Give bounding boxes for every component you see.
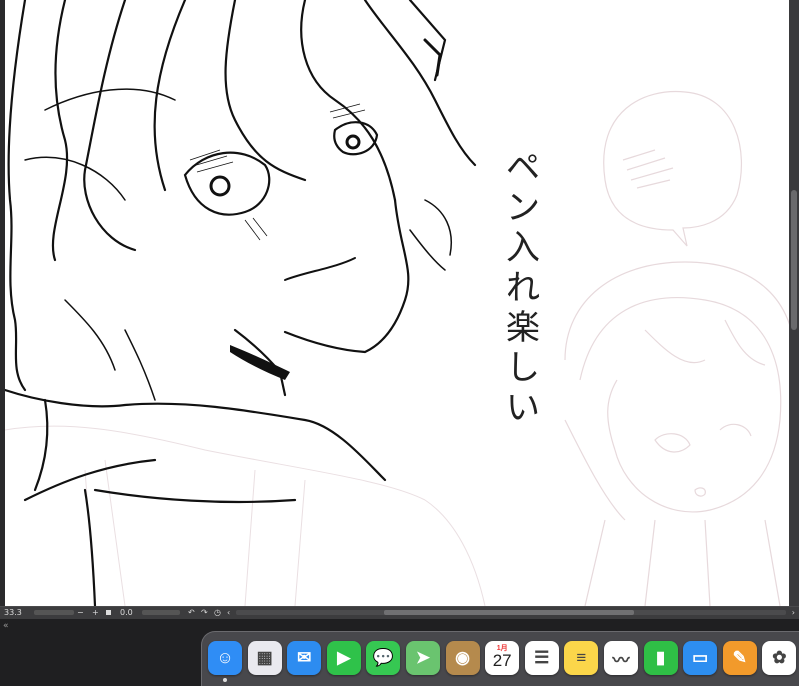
horizontal-scroll-thumb[interactable] <box>384 610 634 615</box>
pages-icon: ✎ <box>732 648 747 667</box>
running-indicator <box>223 678 227 682</box>
dock-app-photos[interactable]: ✿ <box>762 641 797 675</box>
under-sketch <box>5 425 486 606</box>
reminders-icon: ☰ <box>534 648 550 667</box>
artwork-lineart <box>5 0 789 606</box>
dock-app-pages[interactable]: ✎ <box>722 641 757 675</box>
rotation-reset-icon[interactable]: ◷ <box>214 607 221 619</box>
scroll-right-icon[interactable]: › <box>792 607 795 619</box>
keynote-icon: ▭ <box>692 648 709 667</box>
drawing-canvas[interactable]: ペ ン 入 れ 楽 し い <box>5 0 789 606</box>
rotation-slider[interactable] <box>142 610 180 615</box>
char: し <box>506 348 540 388</box>
zoom-slider[interactable] <box>34 610 74 615</box>
dock-app-reminders[interactable]: ☰ <box>524 641 559 675</box>
mail-icon: ✉ <box>297 648 312 667</box>
zoom-out-button[interactable]: − <box>77 607 84 619</box>
dock-app-contacts[interactable]: ◉ <box>445 641 480 675</box>
dock-app-mail[interactable]: ✉ <box>287 641 322 675</box>
main-ink <box>5 0 477 606</box>
dock-app-messages[interactable]: 💬 <box>366 641 401 675</box>
char: 入 <box>506 228 540 268</box>
rotate-left-icon[interactable]: ↶ <box>188 607 195 619</box>
rotation-value[interactable]: 0.0 <box>120 607 133 619</box>
horizontal-scrollbar[interactable] <box>236 610 786 615</box>
contacts-icon: ◉ <box>455 648 471 667</box>
rotate-right-icon[interactable]: ↷ <box>201 607 208 619</box>
handwritten-caption: ペ ン 入 れ 楽 し い <box>499 148 547 428</box>
maps-icon: ➤ <box>415 648 431 667</box>
facetime-icon: ▶ <box>337 648 351 667</box>
dock-app-keynote[interactable]: ▭ <box>683 641 718 675</box>
zoom-value[interactable]: 33.3 <box>4 607 22 619</box>
sketch-layer <box>564 90 789 606</box>
vertical-scrollbar[interactable] <box>789 0 799 606</box>
dock-app-calendar[interactable]: 1月 27 <box>485 641 520 675</box>
numbers-icon: ▮ <box>655 648 666 667</box>
hatching <box>189 103 366 241</box>
dock-app-finder[interactable]: ☺ <box>208 641 242 675</box>
panel-toggle-icon[interactable]: « <box>3 621 9 631</box>
dock-app-notes[interactable]: ≡ <box>564 641 599 675</box>
photos-icon: ✿ <box>772 648 787 667</box>
finder-icon: ☺ <box>216 648 234 667</box>
char: 楽 <box>506 308 540 348</box>
notes-icon: ≡ <box>576 648 587 667</box>
zoom-in-button[interactable]: + <box>92 607 99 619</box>
dock-app-numbers[interactable]: ▮ <box>643 641 678 675</box>
dock-app-facetime[interactable]: ▶ <box>326 641 361 675</box>
calendar-day: 27 <box>492 651 512 670</box>
canvas-frame: ペ ン 入 れ 楽 し い <box>0 0 799 606</box>
scroll-left-icon[interactable]: ‹ <box>227 607 230 619</box>
canvas-status-bar: 33.3 − + 0.0 ↶ ↷ ◷ ‹ › <box>0 606 799 619</box>
char: い <box>506 388 540 428</box>
dock-app-freeform[interactable]: 〰 <box>604 641 638 675</box>
dock-app-launchpad[interactable]: ▦ <box>247 641 282 675</box>
char: れ <box>506 268 540 308</box>
freeform-icon: 〰 <box>612 650 630 670</box>
fit-view-button[interactable] <box>106 610 111 615</box>
vertical-scroll-thumb[interactable] <box>791 190 797 330</box>
launchpad-icon: ▦ <box>256 648 273 667</box>
char: ペ <box>506 148 540 188</box>
dock-app-maps[interactable]: ➤ <box>406 641 440 675</box>
char: ン <box>506 188 540 228</box>
messages-icon: 💬 <box>372 648 394 667</box>
dock: ☺ ▦ ✉ ▶ 💬 ➤ ◉ 1月 27 ☰ ≡ 〰 ▮ ▭ ✎ ✿ <box>201 631 799 686</box>
